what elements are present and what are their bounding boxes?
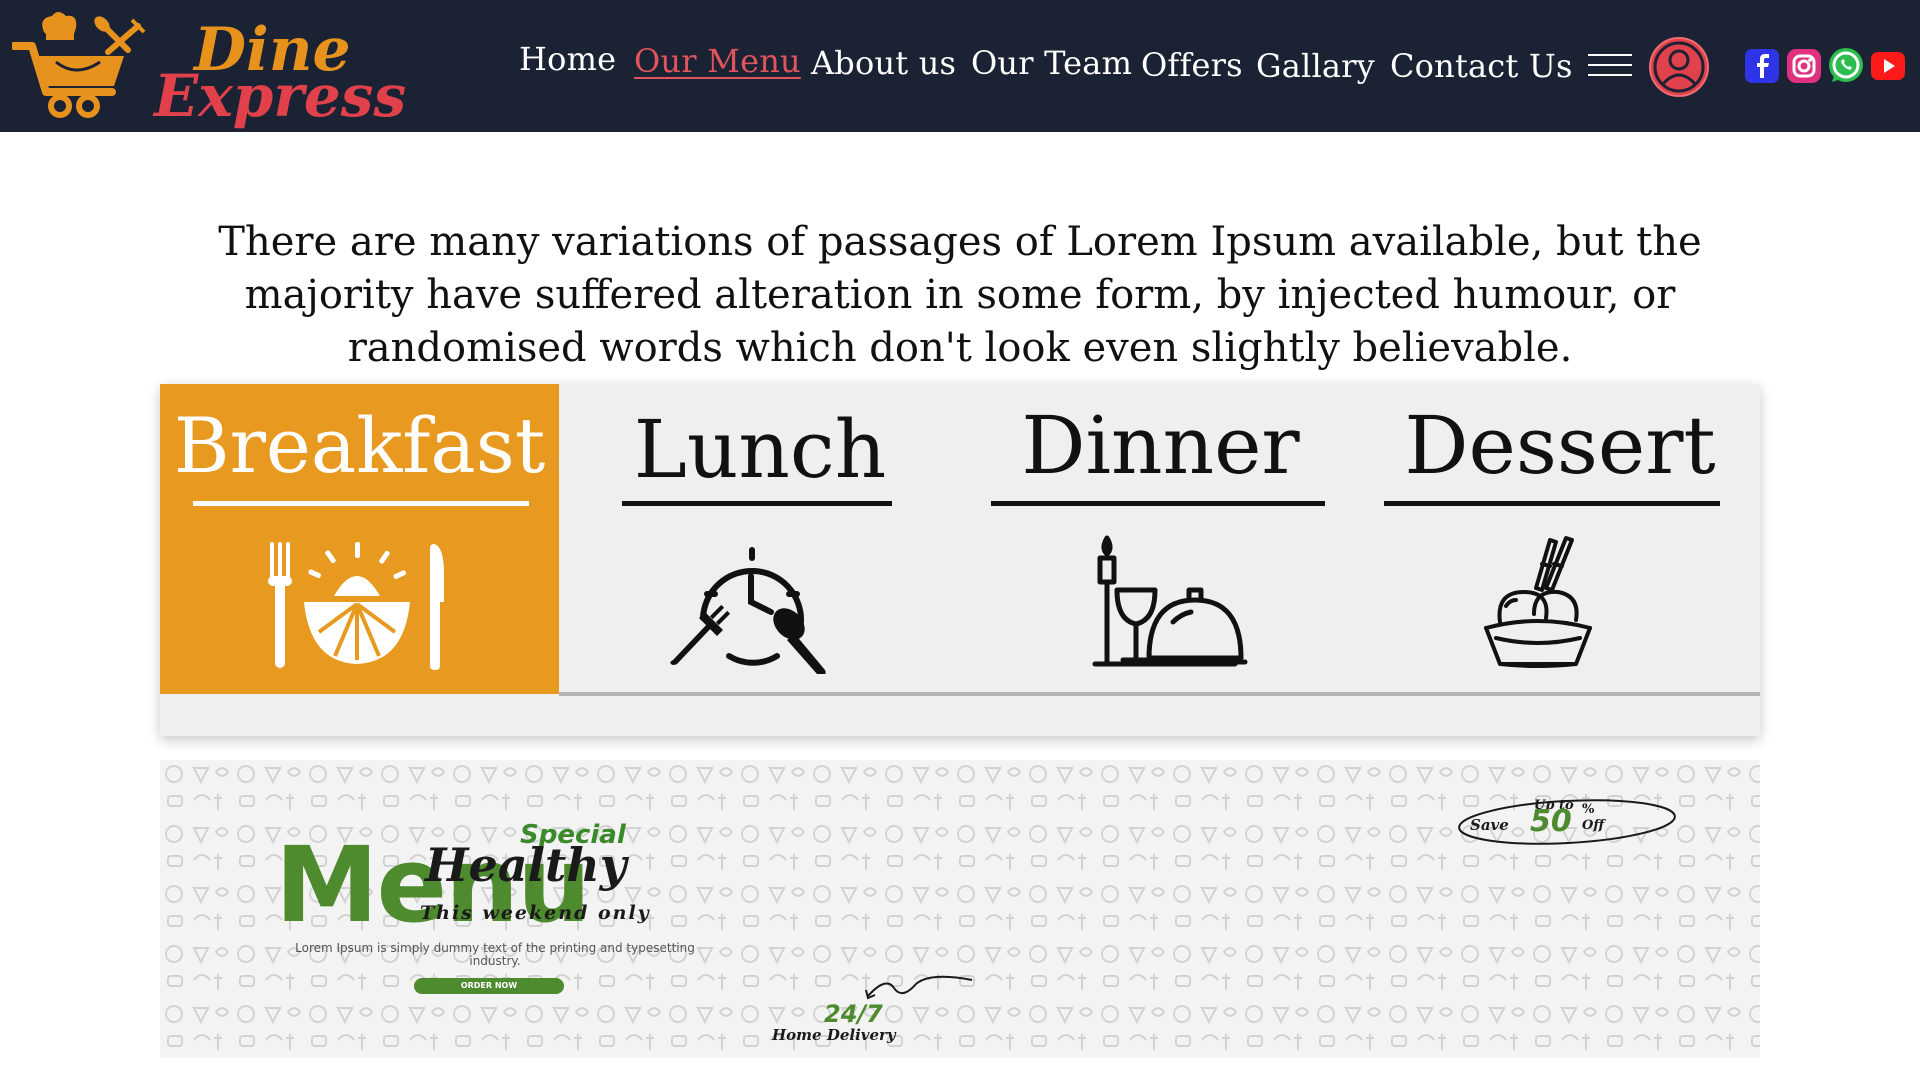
tab-dinner[interactable]: Dinner bbox=[961, 384, 1360, 694]
offer-percent: % bbox=[1582, 802, 1595, 817]
nav-home[interactable]: Home bbox=[519, 40, 616, 78]
youtube-icon[interactable] bbox=[1870, 48, 1906, 84]
dinner-cloche-icon bbox=[1092, 535, 1248, 667]
offer-amount: 50 bbox=[1530, 804, 1572, 839]
user-icon[interactable] bbox=[1648, 36, 1710, 98]
brand-logo[interactable]: Dine Express bbox=[10, 12, 417, 130]
banner-healthy: Healthy bbox=[425, 838, 627, 892]
menu-tabs: Breakfast Lunch Dinner Dessert bbox=[160, 384, 1760, 736]
tab-underline bbox=[1384, 501, 1720, 506]
brand-line2: Express bbox=[152, 62, 406, 130]
cart-chef-icon: Dine Express bbox=[10, 12, 406, 130]
order-now-button[interactable]: ORDER NOW bbox=[414, 978, 564, 994]
instagram-icon[interactable] bbox=[1786, 48, 1822, 84]
offer-save: Save bbox=[1470, 816, 1509, 834]
tab-underline bbox=[991, 501, 1325, 506]
banner-hours: 24/7 bbox=[824, 1000, 883, 1028]
banner-description: Lorem Ipsum is simply dummy text of the … bbox=[295, 941, 695, 968]
offer-off: Off bbox=[1582, 818, 1605, 833]
tab-label: Dessert bbox=[1404, 399, 1716, 492]
ice-cream-icon bbox=[1484, 536, 1592, 668]
breakfast-icon bbox=[268, 542, 444, 670]
nav-gallary[interactable]: Gallary bbox=[1256, 47, 1375, 85]
banner-delivery: Home Delivery bbox=[772, 1026, 896, 1044]
nav-our-menu[interactable]: Our Menu bbox=[634, 42, 801, 80]
menu-icon[interactable] bbox=[1588, 54, 1632, 80]
tab-label: Lunch bbox=[633, 403, 887, 496]
facebook-icon[interactable] bbox=[1744, 48, 1780, 84]
tab-dessert[interactable]: Dessert bbox=[1360, 384, 1760, 694]
banner-weekend: This weekend only bbox=[420, 902, 651, 924]
whatsapp-icon[interactable] bbox=[1826, 46, 1866, 86]
nav-our-team[interactable]: Our Team bbox=[971, 44, 1132, 82]
nav-contact-us[interactable]: Contact Us bbox=[1390, 47, 1573, 85]
intro-text: There are many variations of passages of… bbox=[218, 219, 1702, 371]
tab-underline bbox=[622, 501, 892, 506]
site-header: Dine Express Home Our Menu About us Our … bbox=[0, 0, 1920, 132]
tab-breakfast[interactable]: Breakfast bbox=[160, 384, 559, 694]
promo-banner[interactable]: Menu Special Healthy This weekend only L… bbox=[160, 760, 1760, 1058]
lunch-clock-icon bbox=[670, 547, 826, 674]
tab-label: Breakfast bbox=[173, 401, 546, 490]
nav-about-us[interactable]: About us bbox=[811, 44, 956, 82]
tab-underline bbox=[193, 501, 529, 506]
tab-lunch[interactable]: Lunch bbox=[559, 384, 961, 694]
tab-label: Dinner bbox=[1021, 399, 1300, 492]
offer-badge: Up to Save 50 % Off bbox=[1456, 796, 1678, 846]
nav-offers[interactable]: Offers bbox=[1141, 46, 1243, 84]
